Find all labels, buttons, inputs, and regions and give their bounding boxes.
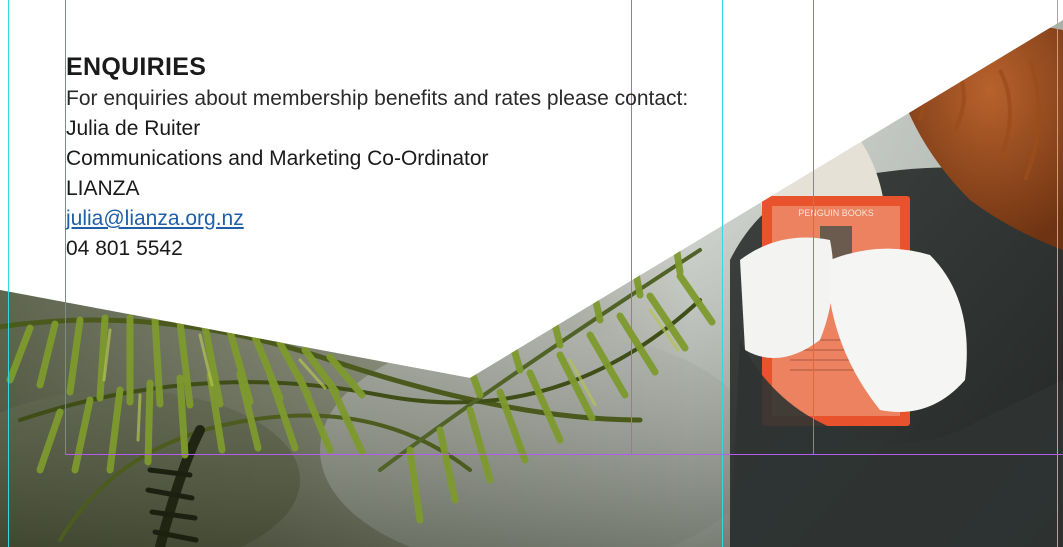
contact-name: Julia de Ruiter: [66, 117, 201, 140]
organisation-name: LIANZA: [66, 177, 140, 200]
layout-canvas: PENGUIN BOOKS ENQUIRIES For enquiries ab…: [0, 0, 1063, 547]
guide-vertical-cyan: [1057, 0, 1058, 547]
enquiries-block: ENQUIRIES For enquiries about membership…: [66, 50, 866, 264]
contact-title: Communications and Marketing Co-Ordinato…: [66, 147, 489, 170]
enquiries-heading: ENQUIRIES: [66, 53, 207, 81]
contact-email-link[interactable]: julia@lianza.org.nz: [66, 207, 244, 230]
guide-horizontal-purple: [65, 454, 1063, 455]
enquiries-intro: For enquiries about membership benefits …: [66, 87, 689, 110]
contact-phone: 04 801 5542: [66, 237, 183, 260]
guide-vertical-cyan: [8, 0, 9, 547]
